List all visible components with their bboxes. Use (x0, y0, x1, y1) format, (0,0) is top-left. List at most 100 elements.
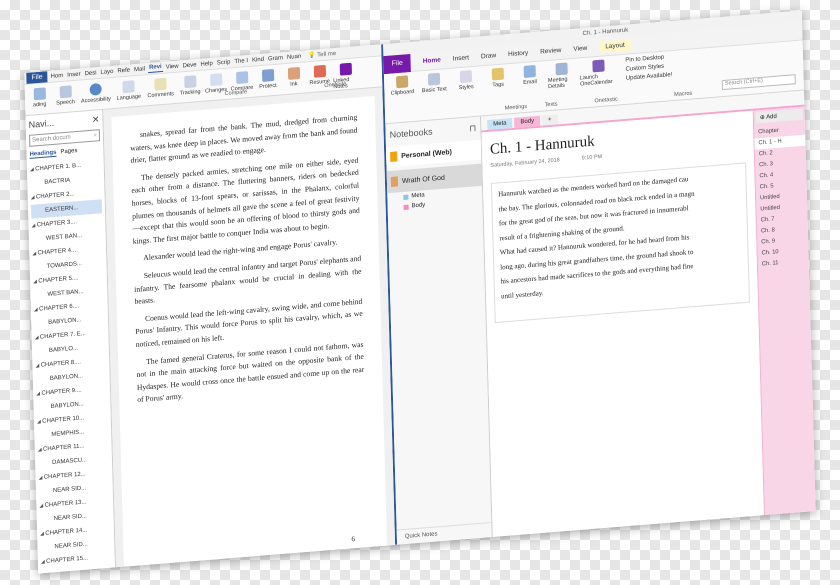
document-page[interactable]: snakes, spread far from the bank. The mu… (111, 96, 388, 574)
clipboard-icon (395, 75, 409, 89)
onetastic-list: Pin to Desktop Custom Styles Update Avai… (625, 54, 673, 101)
word-tab[interactable]: Help (199, 59, 214, 68)
ink-icon (287, 66, 300, 80)
basic-text-button[interactable]: Basic Text (420, 72, 449, 117)
nav-heading-list: CHAPTER 1. B...BACTRIACHAPTER 2...EASTER… (30, 157, 113, 574)
styles-button[interactable]: Styles (452, 69, 481, 114)
word-tab[interactable]: Gram (267, 54, 284, 63)
comments-icon (154, 77, 167, 91)
nav-search-placeholder: Search docum (32, 134, 71, 144)
section-color-icon (403, 204, 409, 210)
onenote-window: Ch. 1 - Hannuruk File Home Insert Draw H… (383, 10, 816, 545)
page-date: Saturday, February 24, 2018 (490, 157, 560, 169)
texts-group-label: Texts (544, 101, 558, 109)
nav-search-input[interactable]: Search docum ⌕ (28, 129, 101, 147)
protect-icon (261, 69, 274, 83)
notebook-label: Wrath Of God (401, 174, 445, 185)
speech-icon (59, 85, 72, 99)
nav-tab-headings[interactable]: Headings (29, 149, 57, 159)
word-tab[interactable]: Hom (50, 71, 65, 80)
email-icon (523, 65, 536, 78)
tracking-icon (183, 75, 196, 89)
word-tab[interactable]: Scrip (216, 58, 232, 67)
onenote-tab-layout[interactable]: Layout (599, 39, 631, 53)
comments-button[interactable]: Comments (144, 77, 176, 100)
word-tab[interactable]: The I (233, 56, 249, 65)
word-body: Navi... ✕ Search docum ⌕ Headings Pages … (25, 87, 396, 574)
nav-title: Navi... (28, 117, 55, 130)
page-time: 9:10 PM (581, 153, 603, 162)
notebooks-label: Notebooks (389, 126, 433, 140)
accessibility-button[interactable]: Accessibility (79, 82, 113, 105)
word-tab[interactable]: View (165, 62, 180, 71)
paragraph: The densely packed armies, stretching on… (131, 155, 360, 246)
note-container[interactable]: Hannuruk watched as the menders worked h… (490, 162, 750, 324)
clipboard-button[interactable]: Clipboard (388, 75, 417, 120)
pin-to-desktop-button[interactable]: Pin to Desktop (625, 54, 672, 64)
nav-tab-pages[interactable]: Pages (60, 148, 77, 156)
pin-icon[interactable]: ⊓ (469, 123, 476, 135)
language-icon (122, 80, 135, 94)
search-icon[interactable]: ⌕ (93, 132, 97, 139)
word-tab[interactable]: Layo (99, 67, 114, 76)
changes-icon (209, 73, 222, 87)
navigation-pane: Navi... ✕ Search docum ⌕ Headings Pages … (25, 109, 117, 574)
macros-group-label: Macros (674, 90, 693, 98)
onenote-file-tab[interactable]: File (383, 53, 412, 74)
screenshot-sheet: File Hom Inser Desi Layo Refe Mail Revi … (24, 10, 816, 574)
onenote-icon (339, 62, 352, 76)
tags-icon (491, 67, 504, 81)
basic-text-icon (427, 72, 441, 86)
speech-button[interactable]: Speech (53, 85, 78, 107)
document-area: snakes, spread far from the bank. The mu… (103, 87, 396, 574)
word-tab[interactable]: Desi (83, 69, 97, 78)
onenote-search-input[interactable]: Search (Ctrl+E) (721, 74, 796, 91)
read-aloud-icon (33, 87, 46, 101)
styles-icon (459, 70, 473, 84)
onenote-body: Notebooks ⊓ Personal (Web) Wrath Of God … (385, 90, 816, 545)
meeting-details-icon (555, 62, 568, 76)
custom-styles-button[interactable]: Custom Styles (626, 63, 673, 73)
protect-button[interactable]: Protect (255, 69, 280, 91)
word-tab[interactable]: Refe (116, 66, 131, 75)
notebook-icon (390, 151, 398, 162)
word-window: File Hom Inser Desi Layo Refe Mail Revi … (24, 44, 398, 574)
resume-icon (313, 64, 326, 78)
word-tab-review[interactable]: Revi (147, 62, 163, 74)
email-button[interactable]: Email (516, 64, 545, 109)
add-page-button[interactable]: ⊕ Add (755, 108, 803, 124)
tell-me-search[interactable]: 💡 Tell me (308, 50, 336, 59)
compare-icon (235, 71, 248, 85)
read-aloud-button[interactable]: ading (27, 87, 52, 109)
notebook-pane: Notebooks ⊓ Personal (Web) Wrath Of God … (385, 116, 493, 545)
tell-me-label: Tell me (317, 50, 337, 59)
word-tab[interactable]: Inser (66, 70, 82, 79)
word-tab[interactable]: Kind (251, 55, 265, 64)
ink-button[interactable]: Ink (281, 66, 306, 88)
nav-subtabs: Headings Pages (29, 146, 100, 159)
onenote-tab-view[interactable]: View (573, 45, 587, 53)
onenote-tab-review[interactable]: Review (540, 47, 561, 56)
nav-close-icon[interactable]: ✕ (92, 114, 100, 126)
word-tab[interactable]: Deve (181, 61, 197, 70)
onenote-tab-home[interactable]: Home (423, 57, 441, 65)
word-tab[interactable]: Mail (133, 65, 146, 74)
note-canvas[interactable]: Ch. 1 - Hannuruk Saturday, February 24, … (481, 110, 764, 537)
onenote-tab-insert[interactable]: Insert (453, 54, 469, 62)
meeting-details-button[interactable]: Meeting Details (548, 62, 577, 107)
section-color-icon (403, 194, 409, 200)
onenote-tab-draw[interactable]: Draw (481, 52, 496, 60)
page-items: Chapter Ch. 1 - H Ch. 2 Ch. 3 Ch. 4 Ch. 5 Unti… (754, 124, 809, 271)
word-tab[interactable]: Nuan (286, 52, 303, 61)
language-button[interactable]: Language (113, 80, 143, 102)
page-area: Meta Body + Ch. 1 - Hannuruk Saturday, F… (481, 90, 816, 537)
onenote-tab-history[interactable]: History (508, 50, 528, 59)
update-available-button[interactable]: Update Available! (626, 72, 673, 82)
page-number: 6 (351, 535, 356, 544)
onecalendar-icon (592, 59, 605, 73)
tracking-button[interactable]: Tracking (177, 75, 202, 97)
word-file-tab[interactable]: File (26, 71, 48, 84)
notebook-icon (390, 176, 399, 187)
meetings-group-label: Meetings (504, 103, 528, 112)
nav-header: Navi... ✕ (29, 114, 100, 131)
